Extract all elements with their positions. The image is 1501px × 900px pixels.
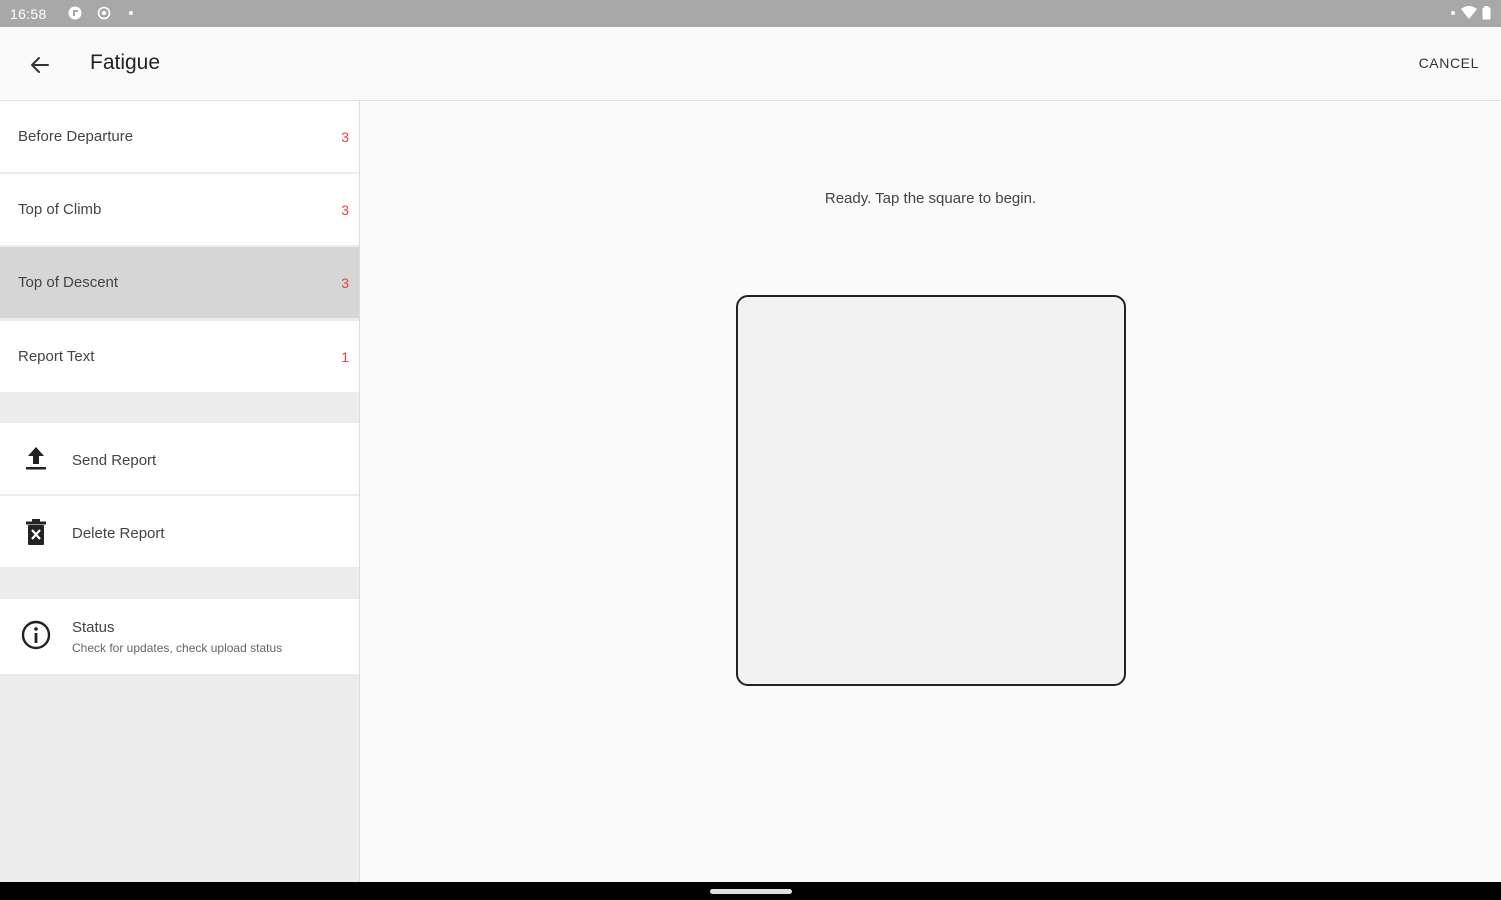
main-panel: Ready. Tap the square to begin. bbox=[360, 101, 1501, 882]
sidebar-item-top-of-climb[interactable]: Top of Climb 3 bbox=[0, 174, 359, 245]
delete-report-label: Delete Report bbox=[72, 525, 165, 542]
send-report-label: Send Report bbox=[72, 452, 157, 469]
battery-icon bbox=[1482, 6, 1491, 20]
instruction-text: Ready. Tap the square to begin. bbox=[824, 190, 1037, 207]
sidebar-item-label: Top of Climb bbox=[18, 201, 102, 218]
status-subtitle: Check for updates, check upload status bbox=[72, 641, 283, 655]
sidebar-item-label: Before Departure bbox=[18, 128, 134, 145]
back-arrow-icon[interactable] bbox=[26, 51, 54, 79]
dot-icon bbox=[129, 11, 133, 15]
small-dot-icon bbox=[1451, 11, 1455, 15]
sidebar-item-count: 3 bbox=[341, 275, 349, 291]
sidebar-item-count: 3 bbox=[341, 129, 349, 145]
page-title: Fatigue bbox=[90, 51, 161, 74]
sidebar-item-top-of-descent[interactable]: Top of Descent 3 bbox=[0, 247, 359, 318]
sidebar-item-report-text[interactable]: Report Text 1 bbox=[0, 321, 359, 392]
delete-icon bbox=[26, 519, 46, 545]
tap-square[interactable] bbox=[736, 295, 1126, 686]
sidebar-item-label: Top of Descent bbox=[18, 274, 119, 291]
sidebar-item-count: 3 bbox=[341, 202, 349, 218]
status-bar: 16:58 bbox=[0, 0, 1501, 27]
settings-circle-icon bbox=[97, 6, 111, 20]
system-nav-bar bbox=[0, 882, 1501, 900]
sidebar-item-label: Report Text bbox=[18, 348, 95, 365]
app-bar: Fatigue CANCEL bbox=[0, 27, 1501, 101]
status-label: Status bbox=[72, 619, 115, 636]
upload-icon bbox=[26, 447, 46, 470]
status-button[interactable]: Status Check for updates, check upload s… bbox=[0, 599, 359, 674]
wifi-icon bbox=[1461, 6, 1477, 19]
sidebar: Before Departure 3 Top of Climb 3 Top of… bbox=[0, 101, 360, 882]
status-time: 16:58 bbox=[10, 6, 47, 22]
info-icon bbox=[21, 620, 51, 650]
delete-report-button[interactable]: Delete Report bbox=[0, 496, 359, 567]
cancel-button[interactable]: CANCEL bbox=[1419, 55, 1479, 71]
sidebar-item-count: 1 bbox=[341, 349, 349, 365]
sidebar-item-before-departure[interactable]: Before Departure 3 bbox=[0, 101, 359, 172]
send-report-button[interactable]: Send Report bbox=[0, 423, 359, 494]
status-right-icons bbox=[1450, 6, 1491, 20]
app-icon bbox=[68, 6, 82, 20]
home-handle[interactable] bbox=[710, 889, 792, 894]
